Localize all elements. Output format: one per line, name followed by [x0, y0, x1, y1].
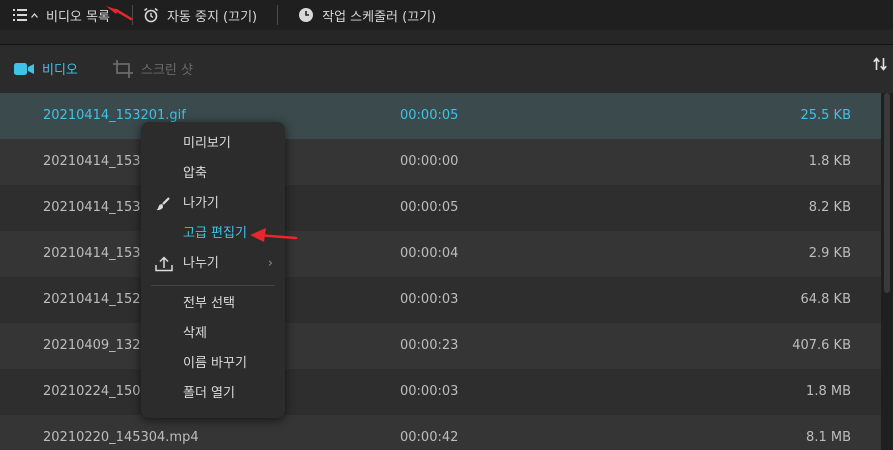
menu-item-label: 미리보기 [183, 136, 231, 151]
list-icon [13, 9, 27, 21]
tab-screenshot[interactable]: 스크린 샷 [113, 59, 193, 78]
tab-video[interactable]: 비디오 [14, 59, 78, 78]
task-scheduler-label: 작업 스케줄러 (끄기) [322, 9, 437, 25]
table-row[interactable]: 20210414_1531 00:00:00 1.8 KB [0, 139, 881, 185]
clock-icon [298, 7, 314, 23]
crop-icon [113, 59, 133, 78]
table-row[interactable]: 20210409_1321 00:00:23 407.6 KB [0, 323, 881, 369]
video-list-button[interactable]: 비디오 목록 [13, 0, 110, 30]
menu-item-label: 전부 선택 [183, 296, 235, 311]
toolbar-divider [131, 5, 133, 25]
file-duration: 00:00:05 [400, 200, 459, 215]
file-name: 20210409_1321 [43, 338, 149, 353]
file-size: 1.8 KB [808, 154, 851, 169]
table-row[interactable]: 20210414_1531 00:00:05 8.2 KB [0, 185, 881, 231]
file-size: 407.6 KB [792, 338, 851, 353]
tab-video-label: 비디오 [42, 63, 78, 78]
menu-item-preview[interactable]: 미리보기 [141, 129, 285, 159]
file-size: 8.2 KB [808, 200, 851, 215]
file-duration: 00:00:04 [400, 246, 459, 261]
file-name: 20210414_1531 [43, 200, 149, 215]
scrollbar-thumb[interactable] [884, 93, 890, 293]
tab-screenshot-label: 스크린 샷 [141, 63, 193, 78]
video-camera-icon [14, 62, 34, 76]
alarm-clock-icon [143, 7, 159, 23]
file-list: 20210414_153201.gif 00:00:05 25.5 KB 202104… [0, 93, 881, 450]
menu-item-open-folder[interactable]: 폴더 열기 [141, 379, 285, 409]
file-duration: 00:00:23 [400, 338, 459, 353]
file-name: 20210414_1526 [43, 292, 149, 307]
file-duration: 00:00:03 [400, 384, 459, 399]
file-size: 64.8 KB [800, 292, 851, 307]
menu-item-share[interactable]: 나누기 › [141, 249, 285, 279]
menu-item-label: 고급 편집기 [183, 226, 247, 241]
file-name: 20210414_1531 [43, 246, 149, 261]
menu-item-label: 이름 바꾸기 [183, 356, 247, 371]
table-row[interactable]: 20210414_153201.gif 00:00:05 25.5 KB [0, 93, 881, 139]
menu-item-label: 폴더 열기 [183, 386, 235, 401]
table-row[interactable]: 20210414_1526 00:00:03 64.8 KB [0, 277, 881, 323]
chevron-up-icon [31, 12, 38, 18]
tab-bar: 비디오 스크린 샷 [0, 45, 893, 93]
file-name: 20210414_1531 [43, 154, 149, 169]
menu-item-label: 나누기 [183, 256, 219, 271]
upload-icon [155, 256, 173, 276]
sort-icon[interactable] [873, 57, 887, 75]
brush-icon [155, 196, 171, 216]
header-band [0, 30, 893, 45]
file-duration: 00:00:42 [400, 430, 459, 445]
task-scheduler-button[interactable]: 작업 스케줄러 (끄기) [298, 0, 436, 30]
file-duration: 00:00:03 [400, 292, 459, 307]
menu-item-export[interactable]: 나가기 [141, 189, 285, 219]
file-name: 20210224_1509 [43, 384, 149, 399]
menu-item-compress[interactable]: 압축 [141, 159, 285, 189]
context-menu: 미리보기 압축 나가기 고급 편집기 나누기 › 전부 선택 삭제 이름 바꾸기… [141, 122, 285, 418]
file-size: 25.5 KB [800, 108, 851, 123]
file-size: 1.8 MB [806, 384, 851, 399]
file-duration: 00:00:05 [400, 108, 459, 123]
menu-item-label: 삭제 [183, 326, 207, 341]
table-row[interactable]: 20210220_145304.mp4 00:00:42 8.1 MB [0, 415, 881, 450]
file-size: 2.9 KB [808, 246, 851, 261]
menu-item-label: 압축 [183, 166, 207, 181]
menu-divider [151, 285, 275, 286]
file-size: 8.1 MB [806, 430, 851, 445]
table-row[interactable]: 20210224_1509 00:00:03 1.8 MB [0, 369, 881, 415]
menu-item-label: 나가기 [183, 196, 219, 211]
table-row[interactable]: 20210414_1531 00:00:04 2.9 KB [0, 231, 881, 277]
video-list-label: 비디오 목록 [46, 9, 110, 25]
menu-item-delete[interactable]: 삭제 [141, 319, 285, 349]
menu-item-select-all[interactable]: 전부 선택 [141, 289, 285, 319]
chevron-right-icon: › [267, 256, 273, 271]
auto-stop-label: 자동 중지 (끄기) [166, 9, 258, 25]
scrollbar[interactable] [881, 93, 893, 450]
file-name: 20210220_145304.mp4 [43, 430, 199, 445]
top-toolbar: 비디오 목록 자동 중지 (끄기) 작업 스케줄러 (끄기) [0, 0, 893, 30]
menu-item-rename[interactable]: 이름 바꾸기 [141, 349, 285, 379]
auto-stop-button[interactable]: 자동 중지 (끄기) [143, 0, 257, 30]
toolbar-divider [277, 5, 279, 25]
file-duration: 00:00:00 [400, 154, 459, 169]
menu-item-advanced-editor[interactable]: 고급 편집기 [141, 219, 285, 249]
